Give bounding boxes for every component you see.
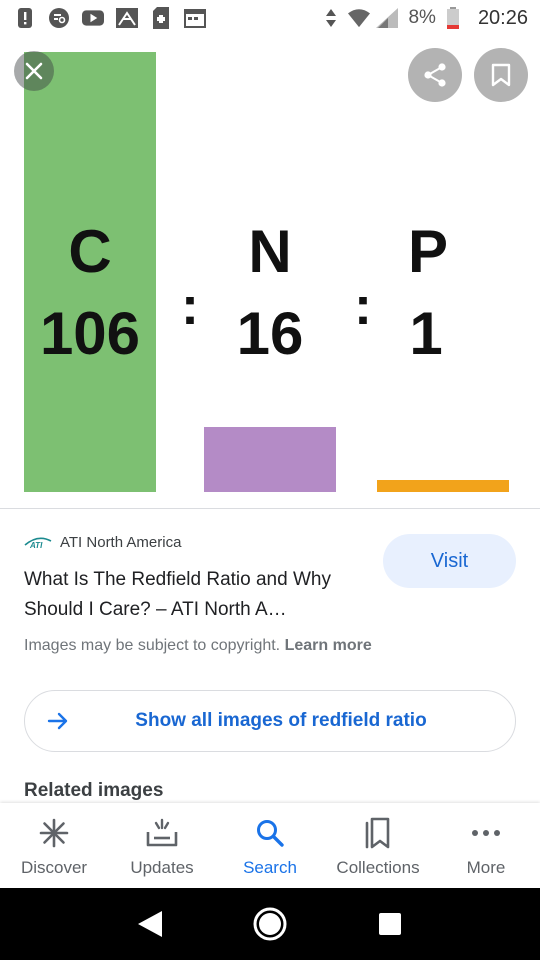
signal-icon	[376, 7, 399, 29]
data-arrows-icon	[320, 7, 342, 29]
nav-label-collections: Collections	[336, 858, 420, 877]
youtube-icon	[82, 7, 104, 29]
close-button[interactable]	[14, 51, 54, 91]
source-name: ATI North America	[60, 534, 182, 551]
battery-percent: 8%	[408, 7, 436, 28]
system-nav-bar	[0, 888, 540, 960]
phosphorus-bar	[377, 480, 509, 492]
assistant-icon	[48, 7, 70, 29]
nav-label-discover: Discover	[20, 858, 88, 877]
clock: 20:26	[477, 6, 528, 29]
nav-search[interactable]: Search	[216, 803, 324, 888]
nav-label-updates: Updates	[130, 858, 194, 877]
nav-label-more: More	[466, 858, 506, 877]
collections-icon	[362, 817, 394, 849]
asterisk-icon	[38, 817, 70, 849]
visit-button[interactable]: Visit	[383, 534, 516, 588]
nav-collections[interactable]: Collections	[324, 803, 432, 888]
image-viewer[interactable]: C 106 N 16 P 1 : :	[0, 36, 540, 509]
copyright-text: Images may be subject to copyright.	[24, 637, 281, 654]
close-icon	[25, 62, 43, 80]
show-all-images-button[interactable]: Show all images of redfield ratio	[24, 690, 516, 752]
phosphorus-value: 1	[409, 300, 442, 367]
system-status: 8% 20:26	[320, 7, 528, 30]
home-icon	[253, 907, 287, 941]
nitrogen-value: 16	[237, 300, 304, 367]
nitrogen-symbol: N	[248, 218, 291, 285]
nav-label-search: Search	[243, 858, 297, 877]
home-button[interactable]	[250, 904, 290, 944]
bookmark-icon	[491, 63, 511, 87]
back-button[interactable]	[130, 904, 170, 944]
search-icon	[254, 817, 286, 849]
copyright-notice: Images may be subject to copyright. Lear…	[24, 637, 372, 655]
back-icon	[138, 911, 162, 937]
separator-1: :	[181, 276, 199, 336]
svg-text:ATI: ATI	[29, 541, 43, 550]
recents-button[interactable]	[370, 904, 410, 944]
calendar-icon	[184, 7, 206, 29]
source-row[interactable]: ATI ATI North America	[24, 534, 181, 551]
sim-icon	[150, 7, 172, 29]
battery-icon	[442, 7, 464, 29]
nav-more[interactable]: More	[432, 803, 540, 888]
page-title[interactable]: What Is The Redfield Ratio and Why Shoul…	[24, 565, 369, 625]
separator-2: :	[354, 276, 372, 336]
notification-icons	[14, 7, 206, 29]
airmail-icon	[116, 7, 138, 29]
redfield-ratio-image: C 106 N 16 P 1 : :	[24, 52, 509, 492]
carbon-value: 106	[40, 300, 140, 367]
arrow-right-icon	[47, 712, 68, 730]
recents-icon	[379, 913, 401, 935]
nitrogen-bar	[204, 427, 336, 492]
learn-more-link[interactable]: Learn more	[285, 637, 372, 654]
wifi-icon	[348, 7, 371, 29]
more-icon	[470, 817, 502, 849]
result-info: ATI ATI North America What Is The Redfie…	[0, 510, 540, 802]
nav-discover[interactable]: Discover	[0, 803, 108, 888]
related-images-heading: Related images	[24, 780, 164, 801]
status-bar: 8% 20:26	[0, 0, 540, 36]
save-button[interactable]	[474, 48, 528, 102]
source-logo: ATI	[24, 536, 52, 550]
share-button[interactable]	[408, 48, 462, 102]
phosphorus-symbol: P	[408, 218, 448, 285]
alert-icon	[14, 7, 36, 29]
show-all-label: Show all images of redfield ratio	[135, 710, 427, 731]
bottom-nav: Discover Updates Search Collections More	[0, 803, 540, 888]
nav-updates[interactable]: Updates	[108, 803, 216, 888]
share-icon	[424, 63, 446, 87]
carbon-symbol: C	[68, 218, 111, 285]
updates-icon	[146, 817, 178, 849]
